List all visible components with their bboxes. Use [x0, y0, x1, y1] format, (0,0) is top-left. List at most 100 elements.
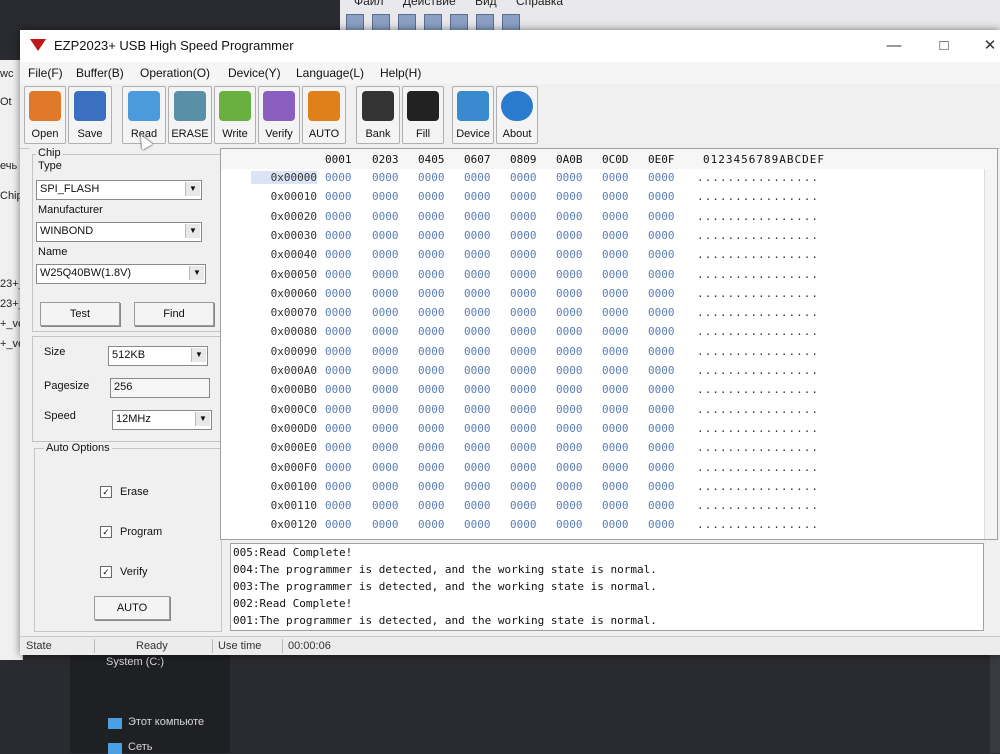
hex-row[interactable]: 0x00000 0000 0000 0000 0000 0000 0000 0000 0000.…	[221, 171, 991, 190]
hex-cell[interactable]: 0000	[556, 306, 583, 319]
hex-cell[interactable]: 0000	[648, 364, 675, 377]
hex-cell[interactable]: 0000	[325, 499, 352, 512]
hex-cell[interactable]: 0000	[418, 422, 445, 435]
hex-cell[interactable]: 0000	[464, 190, 491, 203]
hex-cell[interactable]: 0000	[325, 364, 352, 377]
hex-cell[interactable]: 0000	[602, 248, 629, 261]
hex-cell[interactable]: 0000	[510, 461, 537, 474]
hex-cell[interactable]: 0000	[372, 461, 399, 474]
hex-cell[interactable]: 0000	[556, 268, 583, 281]
menu-file[interactable]: File(F)	[28, 66, 63, 80]
hex-row[interactable]: 0x00010 0000 0000 0000 0000 0000 0000 0000 0000.…	[221, 190, 991, 209]
hex-cell[interactable]: 0000	[602, 171, 629, 184]
hex-cell[interactable]: 0000	[372, 248, 399, 261]
hex-cell[interactable]: 0000	[510, 268, 537, 281]
hex-cell[interactable]: 0000	[510, 383, 537, 396]
hex-cell[interactable]: 0000	[372, 518, 399, 531]
hex-cell[interactable]: 0000	[325, 403, 352, 416]
hex-editor[interactable]: 0001 0203 0405 0607 0809 0A0B 0C0D 0E0F …	[220, 148, 998, 540]
hex-cell[interactable]: 0000	[464, 499, 491, 512]
hex-cell[interactable]: 0000	[372, 190, 399, 203]
hex-cell[interactable]: 0000	[602, 499, 629, 512]
hex-cell[interactable]: 0000	[372, 383, 399, 396]
hex-cell[interactable]: 0000	[464, 229, 491, 242]
hex-cell[interactable]: 0000	[372, 229, 399, 242]
checkmark-icon[interactable]: ✓	[100, 566, 112, 579]
type-select[interactable]: SPI_FLASH ▼	[36, 180, 202, 200]
hex-cell[interactable]: 0000	[325, 229, 352, 242]
hex-cell[interactable]: 0000	[418, 287, 445, 300]
hex-cell[interactable]: 0000	[556, 383, 583, 396]
hex-cell[interactable]: 0000	[648, 441, 675, 454]
hex-cell[interactable]: 0000	[464, 383, 491, 396]
hex-row[interactable]: 0x00090 0000 0000 0000 0000 0000 0000 0000 0000.…	[221, 345, 991, 364]
hex-cell[interactable]: 0000	[464, 287, 491, 300]
hex-cell[interactable]: 0000	[602, 441, 629, 454]
hex-cell[interactable]: 0000	[602, 461, 629, 474]
hex-row[interactable]: 0x00100 0000 0000 0000 0000 0000 0000 0000 0000.…	[221, 480, 991, 499]
chevron-down-icon[interactable]: ▼	[191, 348, 206, 362]
hex-cell[interactable]: 0000	[556, 364, 583, 377]
auto-button[interactable]: AUTO	[302, 86, 346, 144]
hex-cell[interactable]: 0000	[510, 441, 537, 454]
hex-cell[interactable]: 0000	[464, 480, 491, 493]
hex-cell[interactable]: 0000	[372, 325, 399, 338]
hex-cell[interactable]: 0000	[648, 325, 675, 338]
explorer-item-system-c[interactable]: System (C:)	[106, 656, 164, 668]
hex-cell[interactable]: 0000	[510, 190, 537, 203]
hex-cell[interactable]: 0000	[372, 345, 399, 358]
hex-cell[interactable]: 0000	[556, 461, 583, 474]
hex-cell[interactable]: 0000	[372, 306, 399, 319]
hex-cell[interactable]: 0000	[602, 325, 629, 338]
hex-cell[interactable]: 0000	[372, 441, 399, 454]
hex-row[interactable]: 0x00110 0000 0000 0000 0000 0000 0000 0000 0000.…	[221, 499, 991, 518]
hex-cell[interactable]: 0000	[325, 422, 352, 435]
explorer-item-this-pc[interactable]: Этот компьюте	[128, 716, 204, 728]
bg-menu-help[interactable]: Справка	[516, 0, 563, 8]
menu-language[interactable]: Language(L)	[296, 66, 364, 80]
hex-cell[interactable]: 0000	[648, 403, 675, 416]
verify-checkbox[interactable]: ✓ Verify	[100, 566, 148, 579]
bg-menu-file[interactable]: Файл	[354, 0, 384, 8]
hex-cell[interactable]: 0000	[510, 171, 537, 184]
hex-cell[interactable]: 0000	[602, 345, 629, 358]
hex-cell[interactable]: 0000	[510, 345, 537, 358]
chevron-down-icon[interactable]: ▼	[189, 266, 204, 280]
explorer-item-network[interactable]: Сеть	[128, 741, 152, 753]
hex-cell[interactable]: 0000	[510, 210, 537, 223]
hex-cell[interactable]: 0000	[556, 441, 583, 454]
find-button[interactable]: Find	[134, 302, 214, 326]
save-button[interactable]: Save	[68, 86, 112, 144]
size-select[interactable]: 512KB ▼	[108, 346, 208, 366]
hex-cell[interactable]: 0000	[510, 306, 537, 319]
hex-cell[interactable]: 0000	[325, 268, 352, 281]
hex-row[interactable]: 0x000B0 0000 0000 0000 0000 0000 0000 0000 0000.…	[221, 383, 991, 402]
hex-cell[interactable]: 0000	[648, 383, 675, 396]
hex-cell[interactable]: 0000	[418, 190, 445, 203]
write-button[interactable]: Write	[214, 86, 256, 144]
hex-cell[interactable]: 0000	[602, 403, 629, 416]
hex-cell[interactable]: 0000	[648, 306, 675, 319]
hex-cell[interactable]: 0000	[602, 480, 629, 493]
hex-cell[interactable]: 0000	[464, 441, 491, 454]
chevron-down-icon[interactable]: ▼	[185, 182, 200, 196]
hex-cell[interactable]: 0000	[372, 210, 399, 223]
hex-cell[interactable]: 0000	[556, 480, 583, 493]
hex-cell[interactable]: 0000	[418, 268, 445, 281]
hex-cell[interactable]: 0000	[418, 229, 445, 242]
fill-button[interactable]: Fill	[402, 86, 444, 144]
hex-cell[interactable]: 0000	[464, 171, 491, 184]
hex-cell[interactable]: 0000	[602, 364, 629, 377]
hex-cell[interactable]: 0000	[648, 461, 675, 474]
hex-cell[interactable]: 0000	[602, 229, 629, 242]
hex-row[interactable]: 0x000E0 0000 0000 0000 0000 0000 0000 0000 0000.…	[221, 441, 991, 460]
hex-cell[interactable]: 0000	[418, 461, 445, 474]
hex-cell[interactable]: 0000	[510, 229, 537, 242]
hex-cell[interactable]: 0000	[372, 171, 399, 184]
hex-cell[interactable]: 0000	[325, 171, 352, 184]
hex-cell[interactable]: 0000	[325, 210, 352, 223]
hex-row[interactable]: 0x000F0 0000 0000 0000 0000 0000 0000 0000 0000.…	[221, 461, 991, 480]
hex-cell[interactable]: 0000	[418, 325, 445, 338]
hex-cell[interactable]: 0000	[464, 248, 491, 261]
hex-cell[interactable]: 0000	[372, 422, 399, 435]
